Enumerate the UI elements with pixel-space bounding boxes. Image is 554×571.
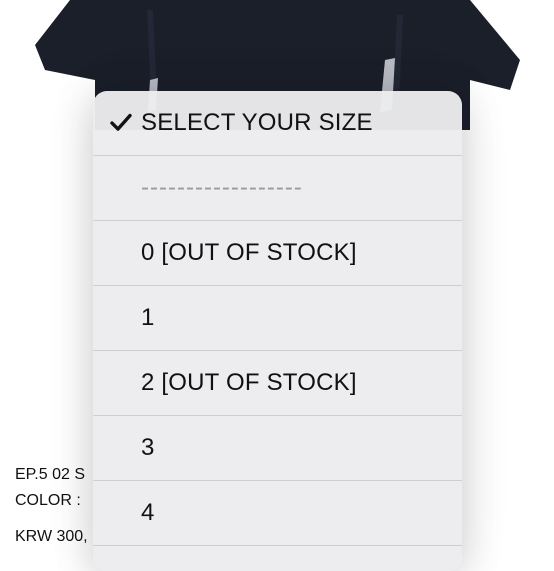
size-option-label: ------------------ [141,174,303,201]
checkmark-icon [110,113,132,131]
size-option-0[interactable]: 0 [OUT OF STOCK] [93,221,462,286]
size-option-list: SELECT YOUR SIZE ------------------ 0 [O… [93,91,462,546]
size-option-label: 2 [OUT OF STOCK] [141,369,357,396]
size-option-label: 3 [141,434,155,461]
product-page: EP.5 02 S COLOR : KRW 300, SELECT YOUR S… [0,0,554,571]
size-option-1[interactable]: 1 [93,286,462,351]
size-option-4[interactable]: 4 [93,481,462,546]
size-option-placeholder[interactable]: SELECT YOUR SIZE [93,91,462,156]
size-option-2[interactable]: 2 [OUT OF STOCK] [93,351,462,416]
size-picker-popover: SELECT YOUR SIZE ------------------ 0 [O… [93,91,462,571]
size-option-label: SELECT YOUR SIZE [141,109,373,136]
size-option-label: 1 [141,304,155,331]
size-option-label: 0 [OUT OF STOCK] [141,239,357,266]
product-name: EP.5 02 S [15,466,85,483]
size-option-label: 4 [141,499,155,526]
size-option-separator[interactable]: ------------------ [93,156,462,221]
size-option-3[interactable]: 3 [93,416,462,481]
product-price: KRW 300, [15,528,88,545]
product-color: COLOR : [15,492,81,509]
